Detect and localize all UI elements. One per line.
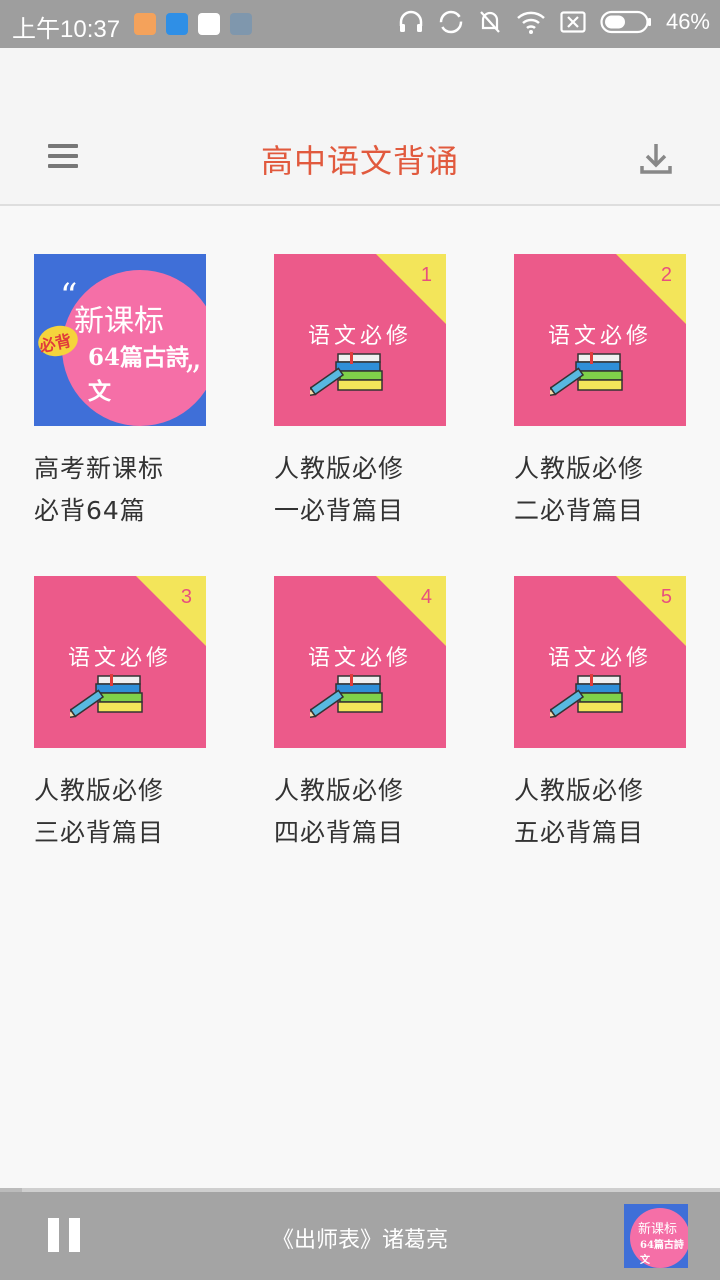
book-title-line2: 二必背篇目 <box>514 496 645 525</box>
book-card[interactable]: 1 语文必修 人教版必修 一必背篇目 <box>274 254 446 532</box>
cover-title: 新课标 <box>638 1222 678 1237</box>
status-bar: 上午10:37 46% <box>0 0 720 48</box>
calendar-app-icon <box>230 13 252 35</box>
books-pencil-icon <box>550 352 623 396</box>
book-title: 人教版必修 三必背篇目 <box>34 770 206 854</box>
cover-corner <box>376 254 446 324</box>
book-card[interactable]: “ 新课标 必背 64篇古詩文 ” 高考新课标 必背64篇 <box>34 254 206 532</box>
mute-bell-icon <box>480 11 500 33</box>
book-title-line1: 人教版必修 <box>274 454 405 483</box>
book-title-line2: 必背64篇 <box>34 496 146 525</box>
book-cover: 1 语文必修 <box>274 254 446 426</box>
cover-number: 5 <box>660 586 672 608</box>
book-cover: 2 语文必修 <box>514 254 686 426</box>
book-title: 高考新课标 必背64篇 <box>34 448 206 532</box>
cover-number: 3 <box>180 586 192 608</box>
notification-app-icon <box>134 13 156 35</box>
book-cover: 4 语文必修 <box>274 576 446 748</box>
book-card[interactable]: 5 语文必修 人教版必修 五必背篇目 <box>514 576 686 854</box>
book-title-line1: 人教版必修 <box>274 776 405 805</box>
book-card[interactable]: 4 语文必修 人教版必修 四必背篇目 <box>274 576 446 854</box>
book-title-line2: 四必背篇目 <box>274 818 405 847</box>
book-title-line1: 人教版必修 <box>514 454 645 483</box>
now-playing-title[interactable]: 《出师表》诸葛亮 <box>0 1222 720 1254</box>
book-title-line2: 五必背篇目 <box>514 818 645 847</box>
book-cover: “ 新课标 必背 64篇古詩文 ” <box>34 254 206 426</box>
books-pencil-icon <box>310 674 383 718</box>
no-sim-icon <box>560 11 586 33</box>
book-card[interactable]: 2 语文必修 人教版必修 二必背篇目 <box>514 254 686 532</box>
book-title-line2: 一必背篇目 <box>274 496 405 525</box>
books-pencil-icon <box>310 352 383 396</box>
cover-corner <box>616 254 686 324</box>
page-title: 高中语文背诵 <box>260 142 459 180</box>
cover-label: 语文必修 <box>547 324 652 349</box>
mini-player[interactable]: 《出师表》诸葛亮 新课标 64篇古詩文 <box>0 1192 720 1280</box>
cover-label: 语文必修 <box>67 646 172 671</box>
book-cover: 5 语文必修 <box>514 576 686 748</box>
sync-icon <box>439 10 463 34</box>
cover-number: 1 <box>420 264 432 286</box>
wifi-icon <box>517 11 545 34</box>
cover-corner <box>136 576 206 646</box>
cover-title: 新课标 <box>74 304 164 339</box>
headset-icon <box>399 10 423 32</box>
book-title: 人教版必修 一必背篇目 <box>274 448 446 532</box>
books-pencil-icon <box>550 674 623 718</box>
book-cover: 3 语文必修 <box>34 576 206 748</box>
book-title-line1: 人教版必修 <box>34 776 165 805</box>
cover-number: 2 <box>660 264 672 286</box>
cover-corner <box>376 576 446 646</box>
cloud-app-icon <box>166 13 188 35</box>
cover-label: 语文必修 <box>307 646 412 671</box>
book-card[interactable]: 3 语文必修 人教版必修 三必背篇目 <box>34 576 206 854</box>
battery-icon <box>600 10 651 34</box>
now-playing-cover[interactable]: 新课标 64篇古詩文 <box>624 1204 688 1268</box>
battery-percent: 46% <box>665 9 710 34</box>
download-icon[interactable] <box>638 140 674 176</box>
status-time: 上午10:37 <box>12 16 121 43</box>
cover-subtitle: 64篇古詩文 <box>640 1240 684 1266</box>
book-title-line2: 三必背篇目 <box>34 818 165 847</box>
cover-label: 语文必修 <box>307 324 412 349</box>
status-indicators: 46% <box>398 9 710 35</box>
cover-number: 4 <box>420 586 432 608</box>
book-title-line1: 人教版必修 <box>514 776 645 805</box>
book-title: 人教版必修 四必背篇目 <box>274 770 446 854</box>
google-app-icon <box>198 13 220 35</box>
book-title: 人教版必修 五必背篇目 <box>514 770 686 854</box>
book-title-line1: 高考新课标 <box>34 454 165 483</box>
cover-corner <box>616 576 686 646</box>
books-pencil-icon <box>70 674 143 718</box>
quote-mark: ” <box>184 358 202 398</box>
book-title: 人教版必修 二必背篇目 <box>514 448 686 532</box>
cover-label: 语文必修 <box>547 646 652 671</box>
app-bar: 高中语文背诵 <box>0 48 720 206</box>
